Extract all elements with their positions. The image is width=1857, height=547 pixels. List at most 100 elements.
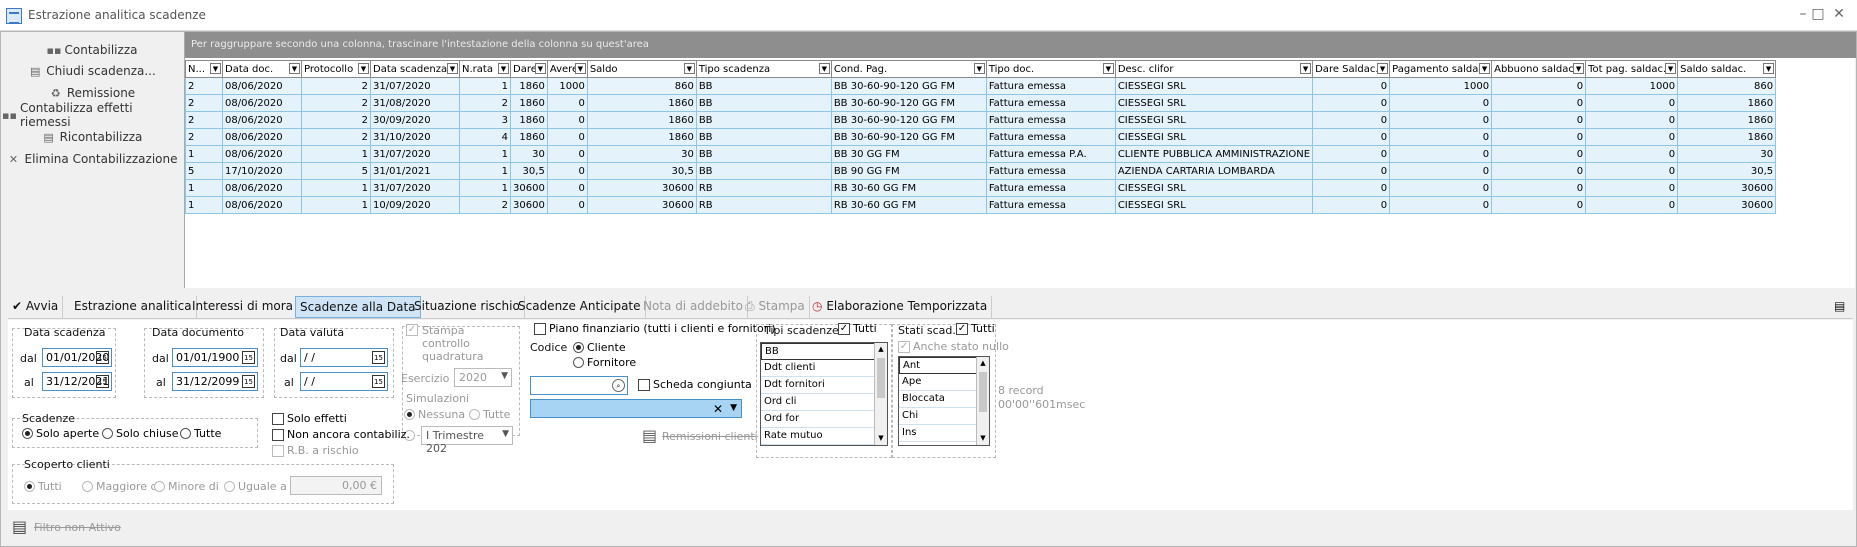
filter-dropdown-icon[interactable]: ▼ — [1300, 63, 1312, 74]
table-cell[interactable]: 30 — [1677, 145, 1777, 163]
tab-estrazione-analitica[interactable]: Estrazione analitica — [70, 296, 197, 318]
tutte-radio[interactable]: Tutte — [180, 427, 221, 440]
table-cell[interactable]: 2 — [301, 77, 371, 95]
table-cell[interactable]: 0 — [1585, 179, 1679, 197]
tab-scadenze-alla-data[interactable]: Scadenze alla Data — [295, 296, 421, 318]
table-cell[interactable]: 2 — [185, 94, 223, 112]
table-cell[interactable]: 1860 — [510, 111, 548, 129]
table-cell[interactable]: 1860 — [510, 94, 548, 112]
scoperto-importo-input[interactable]: 0,00 € — [290, 476, 382, 495]
stati-tutti-checkbox[interactable]: ✓ Tutti — [956, 322, 995, 335]
table-cell[interactable]: 0 — [1312, 111, 1391, 129]
table-cell[interactable]: 0 — [1389, 94, 1493, 112]
table-cell[interactable]: 5 — [301, 162, 371, 180]
column-header[interactable]: Saldo ▼ — [586, 60, 697, 78]
nav-elimina-contabilizzazione[interactable]: ✕ Elimina Contabilizzazione — [2, 149, 182, 169]
scoperto-minore-radio[interactable]: Minore di — [154, 480, 219, 493]
column-header[interactable]: Data doc. ▼ — [222, 60, 302, 78]
filter-dropdown-icon[interactable]: ▼ — [973, 63, 985, 74]
table-cell[interactable]: 4 — [459, 128, 511, 146]
table-cell[interactable]: BB — [695, 77, 832, 95]
stampa-controllo-checkbox[interactable]: ✓ — [406, 324, 418, 336]
data-valuta-al-input[interactable]: / /15 — [300, 372, 388, 391]
table-cell[interactable]: 08/06/2020 — [222, 145, 302, 163]
list-item[interactable]: Rate mutuo — [761, 428, 887, 445]
table-cell[interactable]: BB 30-60-90-120 GG FM — [830, 94, 987, 112]
close-button[interactable]: ✕ — [1830, 6, 1848, 22]
column-header[interactable]: Tipo doc. ▼ — [985, 60, 1116, 78]
table-cell[interactable]: BB — [695, 162, 832, 180]
column-header[interactable]: Tipo scadenza ▼ — [695, 60, 832, 78]
filter-dropdown-icon[interactable]: ▼ — [818, 63, 830, 74]
table-cell[interactable]: BB 90 GG FM — [830, 162, 987, 180]
table-cell[interactable]: 860 — [1677, 77, 1777, 95]
clear-icon[interactable]: ✕ — [713, 402, 723, 416]
table-cell[interactable]: BB 30 GG FM — [830, 145, 987, 163]
scrollbar[interactable]: ▲ ▼ — [976, 357, 989, 445]
filter-dropdown-icon[interactable]: ▼ — [210, 63, 221, 74]
table-cell[interactable]: 30600 — [1677, 196, 1777, 214]
table-cell[interactable]: 31/07/2020 — [370, 145, 460, 163]
tipi-tutti-checkbox[interactable]: ✓ Tutti — [838, 322, 877, 335]
table-cell[interactable]: BB — [695, 111, 832, 129]
rb-rischio-checkbox[interactable]: R.B. a rischio — [272, 444, 359, 457]
table-cell[interactable]: 0 — [1389, 145, 1493, 163]
chevron-down-icon[interactable]: ▼ — [875, 432, 887, 445]
table-cell[interactable]: BB — [695, 145, 832, 163]
table-cell[interactable]: 2 — [459, 196, 511, 214]
table-cell[interactable]: RB 30-60 GG FM — [830, 196, 987, 214]
table-cell[interactable]: 1 — [301, 145, 371, 163]
table-cell[interactable]: 0 — [546, 111, 588, 129]
table-cell[interactable]: 2 — [185, 111, 223, 129]
table-cell[interactable]: 1000 — [1389, 77, 1493, 95]
table-cell[interactable]: RB 30-60 GG FM — [830, 179, 987, 197]
table-cell[interactable]: BB 30-60-90-120 GG FM — [830, 111, 987, 129]
list-item[interactable]: Ord cli — [761, 394, 887, 411]
table-cell[interactable]: 1860 — [586, 128, 697, 146]
table-cell[interactable]: 31/01/2021 — [370, 162, 460, 180]
remissioni-clienti-button[interactable]: ▤ Remissioni clienti — [642, 426, 758, 445]
group-by-area[interactable]: Per raggruppare secondo una colonna, tra… — [185, 32, 1856, 58]
scrollbar[interactable]: ▲ ▼ — [874, 343, 887, 445]
table-cell[interactable]: 30 — [586, 145, 697, 163]
table-cell[interactable]: 30600 — [586, 179, 697, 197]
nav-contabilizza[interactable]: ▪▪ Contabilizza — [2, 40, 182, 60]
column-header[interactable]: Tot pag. saldac. ▼ — [1585, 60, 1679, 78]
table-row[interactable]: 2 08/06/2020 2 31/08/2020 2 1860 0 1860 BB BB 30-… — [185, 94, 1777, 112]
scheda-congiunta-checkbox[interactable]: Scheda congiunta — [638, 378, 752, 391]
sim-tutte-radio[interactable]: Tutte — [469, 408, 510, 421]
table-cell[interactable]: CIESSEGI SRL — [1114, 196, 1314, 214]
column-header[interactable]: Data scadenza ▼ — [370, 60, 460, 78]
table-cell[interactable]: 08/06/2020 — [222, 77, 302, 95]
list-item[interactable]: Ddt fornitori — [761, 377, 887, 394]
filter-icon[interactable]: ▤ — [12, 517, 27, 536]
data-grid[interactable]: N... ▼ Data doc. ▼ Protocollo ▼ Data scadenza ▼… — [185, 60, 1777, 214]
table-cell[interactable]: 0 — [546, 145, 588, 163]
table-cell[interactable]: CIESSEGI SRL — [1114, 111, 1314, 129]
table-row[interactable]: 1 08/06/2020 1 31/07/2020 1 30600 0 30600 RB RB 3… — [185, 179, 1777, 197]
table-cell[interactable]: 0 — [1491, 111, 1587, 129]
table-cell[interactable]: 0 — [1312, 145, 1391, 163]
chevron-down-icon[interactable]: ▼ — [730, 403, 737, 413]
table-cell[interactable]: 3 — [459, 111, 511, 129]
filter-dropdown-icon[interactable]: ▼ — [1479, 63, 1491, 74]
table-cell[interactable]: 1000 — [1585, 77, 1679, 95]
table-cell[interactable]: 2 — [459, 94, 511, 112]
column-header[interactable]: Desc. clifor ▼ — [1114, 60, 1314, 78]
table-cell[interactable]: 0 — [546, 162, 588, 180]
table-cell[interactable]: 0 — [1389, 128, 1493, 146]
table-cell[interactable]: Fattura emessa — [985, 128, 1116, 146]
table-row[interactable]: 1 08/06/2020 1 31/07/2020 1 30 0 30 BB BB 30 GG F… — [185, 145, 1777, 163]
table-cell[interactable]: 0 — [1585, 94, 1679, 112]
table-cell[interactable]: 0 — [1389, 179, 1493, 197]
table-cell[interactable]: 1 — [459, 162, 511, 180]
nav-chiudi-scadenza[interactable]: ▤ Chiudi scadenza... — [2, 61, 182, 81]
anche-stato-nullo-checkbox[interactable]: ✓ Anche stato nullo — [898, 340, 1009, 353]
tab-interessi-di-mora[interactable]: Interessi di mora — [188, 296, 299, 318]
table-cell[interactable]: 30600 — [1677, 179, 1777, 197]
tipi-scadenze-list[interactable]: BB Ddt clienti Ddt fornitori Ord cli Ord… — [760, 342, 888, 446]
table-cell[interactable]: 30600 — [586, 196, 697, 214]
table-cell[interactable]: BB 30-60-90-120 GG FM — [830, 128, 987, 146]
tab-stampa[interactable]: ⎙ Stampa — [741, 296, 810, 318]
table-cell[interactable]: 0 — [1585, 145, 1679, 163]
